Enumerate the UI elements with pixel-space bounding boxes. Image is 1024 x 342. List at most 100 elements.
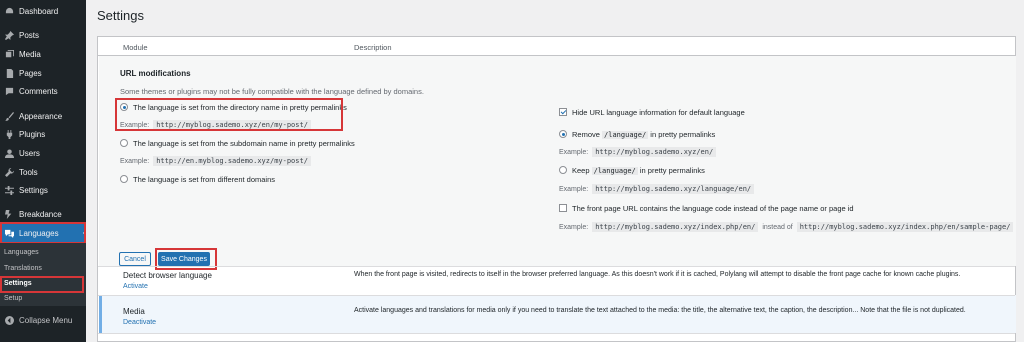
- keep-prefix-label[interactable]: Keep /language/ in pretty permalinks: [572, 166, 705, 175]
- sidebar-item-label: Media: [19, 49, 41, 59]
- sidebar-item-label: Dashboard: [19, 6, 59, 16]
- example-label: Example:: [120, 121, 150, 129]
- sidebar-item-comments[interactable]: Comments: [0, 82, 86, 100]
- submenu-item-languages[interactable]: Languages: [4, 249, 39, 256]
- compatibility-warning: Some themes or plugins may not be fully …: [120, 87, 424, 96]
- remove-suffix: in pretty permalinks: [650, 130, 716, 139]
- sidebar-item-label: Tools: [19, 167, 38, 177]
- sidebar-item-label: Plugins: [19, 129, 46, 139]
- sidebar-item-label: Posts: [19, 30, 40, 40]
- example-url: http://myblog.sademo.xyz/en/my-post/: [153, 120, 311, 130]
- radio-remove-prefix[interactable]: [559, 130, 567, 138]
- sidebar-item-appearance[interactable]: Appearance: [0, 107, 86, 125]
- sidebar-item-pages[interactable]: Pages: [0, 64, 86, 82]
- save-changes-button[interactable]: Save Changes: [158, 252, 210, 266]
- section-title: URL modifications: [120, 69, 191, 78]
- divider: [98, 295, 1015, 296]
- sidebar-item-posts[interactable]: Posts: [0, 26, 86, 44]
- url-modifications-section: URL modifications Some themes or plugins…: [99, 56, 1016, 270]
- module-name: Media: [123, 307, 145, 316]
- keep-code: /language/: [591, 167, 638, 175]
- admin-sidebar: Dashboard Posts Media Pages Comments App…: [0, 0, 87, 342]
- radio-keep-prefix[interactable]: [559, 166, 567, 174]
- brush-icon: [4, 111, 14, 121]
- sidebar-item-tools[interactable]: Tools: [0, 163, 86, 181]
- example-label: Example:: [559, 223, 589, 231]
- example-front-page: Example: http://myblog.sademo.xyz/index.…: [559, 222, 1014, 232]
- active-indicator: [83, 229, 87, 237]
- sidebar-item-breakdance[interactable]: Breakdance: [0, 205, 86, 223]
- collapse-menu-button[interactable]: Collapse Menu: [0, 311, 86, 329]
- remove-prefix-label[interactable]: Remove /language/ in pretty permalinks: [572, 130, 715, 139]
- sidebar-item-label: Breakdance: [19, 209, 62, 219]
- pin-icon: [4, 30, 14, 40]
- radio-subdomain[interactable]: [120, 139, 128, 147]
- example-label: Example:: [559, 148, 589, 156]
- sidebar-item-label: Comments: [19, 86, 58, 96]
- cancel-button[interactable]: Cancel: [119, 252, 151, 266]
- media-icon: [4, 49, 14, 59]
- front-page-label[interactable]: The front page URL contains the language…: [572, 204, 854, 213]
- comment-icon: [4, 86, 14, 96]
- table-row: Media Deactivate Activate languages and …: [99, 295, 1016, 333]
- submenu-item-translations[interactable]: Translations: [4, 265, 42, 272]
- languages-submenu: Languages Translations Settings Setup: [0, 243, 86, 306]
- plugin-icon: [4, 129, 14, 139]
- example-remove: Example: http://myblog.sademo.xyz/en/: [559, 147, 717, 157]
- divider: [98, 266, 1015, 267]
- divider: [98, 333, 1015, 334]
- column-header-module: Module: [123, 43, 148, 52]
- sidebar-item-settings[interactable]: Settings: [0, 181, 86, 199]
- option-subdomain-label[interactable]: The language is set from the subdomain n…: [133, 139, 355, 148]
- radio-domains[interactable]: [120, 175, 128, 183]
- submenu-item-settings[interactable]: Settings: [4, 280, 32, 287]
- sidebar-item-users[interactable]: Users: [0, 144, 86, 162]
- page-title: Settings: [97, 8, 144, 23]
- keep-suffix: in pretty permalinks: [639, 166, 705, 175]
- example-url: http://myblog.sademo.xyz/index.php/en/: [592, 222, 759, 232]
- remove-text: Remove: [572, 130, 600, 139]
- hide-default-label[interactable]: Hide URL language information for defaul…: [572, 108, 745, 117]
- radio-directory[interactable]: [120, 103, 128, 111]
- wrench-icon: [4, 167, 14, 177]
- example-url: http://myblog.sademo.xyz/language/en/: [592, 184, 755, 194]
- example-url: http://myblog.sademo.xyz/en/: [592, 147, 717, 157]
- sidebar-item-label: Users: [19, 148, 40, 158]
- hide-default-checkbox[interactable]: [559, 108, 567, 116]
- module-description: When the front page is visited, redirect…: [354, 271, 961, 278]
- option-directory-label[interactable]: The language is set from the directory n…: [133, 103, 347, 112]
- sidebar-item-plugins[interactable]: Plugins: [0, 125, 86, 143]
- column-header-description: Description: [354, 43, 392, 52]
- example-subdomain: Example: http://en.myblog.sademo.xyz/my-…: [120, 156, 311, 166]
- submenu-item-setup[interactable]: Setup: [4, 295, 22, 302]
- example-url: http://en.myblog.sademo.xyz/my-post/: [153, 156, 311, 166]
- collapse-icon: [4, 315, 14, 325]
- front-page-checkbox[interactable]: [559, 204, 567, 212]
- sidebar-item-media[interactable]: Media: [0, 45, 86, 63]
- module-name: Detect browser language: [123, 271, 212, 280]
- deactivate-link[interactable]: Deactivate: [123, 319, 156, 326]
- example-directory: Example: http://myblog.sademo.xyz/en/my-…: [120, 120, 311, 130]
- dashboard-icon: [4, 6, 14, 16]
- example-keep: Example: http://myblog.sademo.xyz/langua…: [559, 184, 755, 194]
- example-url: http://myblog.sademo.xyz/index.php/en/sa…: [796, 222, 1014, 232]
- module-description: Activate languages and translations for …: [354, 307, 966, 314]
- settings-icon: [4, 185, 14, 195]
- breakdance-icon: [4, 209, 14, 219]
- example-label: Example:: [120, 157, 150, 165]
- sidebar-item-languages[interactable]: Languages: [0, 224, 87, 242]
- keep-text: Keep: [572, 166, 590, 175]
- modules-table: Module Description URL modifications Som…: [97, 36, 1016, 342]
- sidebar-item-label: Appearance: [19, 111, 63, 121]
- sidebar-item-dashboard[interactable]: Dashboard: [0, 2, 86, 20]
- sidebar-item-label: Settings: [19, 185, 48, 195]
- page-icon: [4, 68, 14, 78]
- sidebar-item-label: Languages: [19, 228, 59, 238]
- option-domains-label[interactable]: The language is set from different domai…: [133, 175, 275, 184]
- remove-code: /language/: [602, 131, 649, 139]
- languages-icon: [4, 228, 14, 238]
- user-icon: [4, 148, 14, 158]
- activate-link[interactable]: Activate: [123, 283, 148, 290]
- collapse-menu-label: Collapse Menu: [19, 315, 73, 325]
- example-label: Example:: [559, 185, 589, 193]
